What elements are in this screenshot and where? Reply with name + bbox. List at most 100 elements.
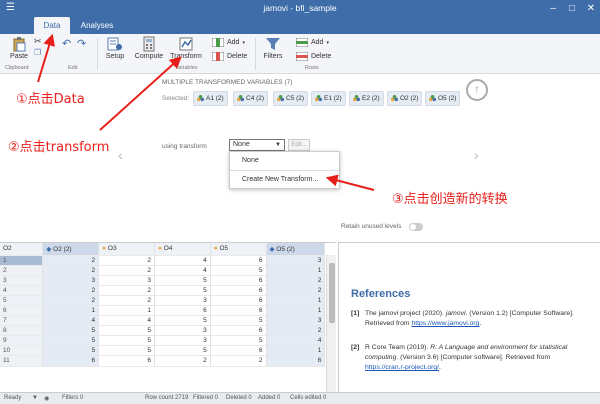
tab-data[interactable]: Data: [34, 17, 70, 34]
previous-variable-arrow[interactable]: ‹: [118, 147, 123, 163]
table-cell[interactable]: 2: [42, 265, 100, 276]
column-header[interactable]: ◆ O2 (2): [42, 243, 100, 256]
table-cell[interactable]: 4: [154, 265, 211, 276]
variable-chip[interactable]: E1 (2): [311, 91, 346, 106]
column-header[interactable]: O2: [0, 243, 44, 256]
table-cell[interactable]: 1: [266, 265, 326, 276]
table-cell[interactable]: 3: [266, 255, 326, 266]
variable-chip[interactable]: O2 (2): [387, 91, 423, 106]
close-icon[interactable]: ✕: [582, 0, 600, 17]
table-cell[interactable]: 5: [154, 285, 211, 296]
table-cell[interactable]: 5: [98, 335, 155, 347]
table-cell[interactable]: 3: [98, 275, 155, 286]
table-cell[interactable]: 1: [266, 295, 326, 306]
table-cell[interactable]: 4: [266, 335, 326, 347]
table-row[interactable]: 6116611: [0, 305, 336, 317]
variable-chip[interactable]: A1 (2): [193, 91, 228, 106]
table-cell[interactable]: 2: [210, 355, 267, 367]
table-cell[interactable]: 5: [98, 345, 155, 357]
table-cell[interactable]: 2: [42, 285, 100, 296]
table-cell[interactable]: 5: [210, 315, 267, 327]
table-cell[interactable]: 3: [154, 325, 211, 337]
table-cell[interactable]: 5: [98, 325, 155, 337]
table-cell[interactable]: 6: [98, 355, 155, 367]
table-row[interactable]: 5223611: [0, 295, 336, 306]
next-variable-arrow[interactable]: ›: [474, 147, 479, 163]
table-cell[interactable]: 5: [154, 345, 211, 357]
table-cell[interactable]: 2: [98, 295, 155, 306]
transform-select[interactable]: None ▼: [229, 139, 285, 151]
table-cell[interactable]: 4: [42, 315, 100, 327]
table-row[interactable]: 8553622: [0, 325, 336, 337]
table-cell[interactable]: 5: [210, 265, 267, 276]
dropdown-option-none[interactable]: None: [230, 152, 339, 170]
row-number[interactable]: 1: [0, 255, 44, 266]
maximize-icon[interactable]: □: [563, 0, 581, 17]
filter-status-icon[interactable]: ▼: [32, 395, 38, 401]
compute-button[interactable]: Compute: [134, 36, 164, 60]
row-number[interactable]: 2: [0, 265, 44, 276]
row-number[interactable]: 4: [0, 285, 44, 296]
table-row[interactable]: 2224511: [0, 265, 336, 276]
collapse-panel-button[interactable]: ↑: [466, 79, 488, 101]
table-cell[interactable]: 2: [98, 255, 155, 266]
table-cell[interactable]: 6: [210, 345, 267, 357]
row-number[interactable]: 11: [0, 355, 44, 367]
variable-chip[interactable]: E2 (2): [349, 91, 384, 106]
table-cell[interactable]: 1: [266, 305, 326, 317]
table-cell[interactable]: 5: [42, 325, 100, 337]
variable-chip[interactable]: C4 (2): [233, 91, 269, 106]
delete-row-button[interactable]: Delete: [296, 52, 331, 61]
table-cell[interactable]: 1: [98, 305, 155, 317]
table-cell[interactable]: 6: [210, 255, 267, 266]
table-cell[interactable]: 6: [210, 275, 267, 286]
row-number[interactable]: 5: [0, 295, 44, 306]
table-row[interactable]: 10555611: [0, 345, 336, 357]
vertical-scrollbar[interactable]: [326, 255, 336, 392]
column-header[interactable]: ● O4: [154, 243, 211, 256]
edit-transform-button[interactable]: Edit...: [288, 139, 310, 151]
table-cell[interactable]: 4: [98, 315, 155, 327]
row-number[interactable]: 9: [0, 335, 44, 347]
column-header[interactable]: ◆ O5 (2): [266, 243, 326, 256]
table-cell[interactable]: 1: [42, 305, 100, 317]
table-cell[interactable]: 5: [154, 315, 211, 327]
reference-link[interactable]: https://www.jamovi.org: [411, 320, 479, 327]
table-cell[interactable]: 3: [154, 335, 211, 347]
row-number[interactable]: 3: [0, 275, 44, 286]
table-cell[interactable]: 6: [210, 305, 267, 317]
copy-icon[interactable]: ❐: [34, 48, 41, 57]
add-variable-button[interactable]: Add ▾: [212, 38, 245, 47]
paste-button[interactable]: Paste: [8, 36, 30, 60]
row-number[interactable]: 6: [0, 305, 44, 317]
table-row[interactable]: 3335622: [0, 275, 336, 286]
table-cell[interactable]: 2: [266, 325, 326, 337]
table-cell[interactable]: 5: [210, 335, 267, 347]
dropdown-option-create-new-transform[interactable]: Create New Transform...: [230, 171, 339, 189]
row-number[interactable]: 10: [0, 345, 44, 357]
row-number[interactable]: 7: [0, 315, 44, 327]
table-cell[interactable]: 6: [42, 355, 100, 367]
cut-icon[interactable]: ✂: [34, 36, 42, 47]
table-cell[interactable]: 2: [98, 265, 155, 276]
table-cell[interactable]: 6: [210, 285, 267, 296]
table-cell[interactable]: 3: [266, 315, 326, 327]
row-number[interactable]: 8: [0, 325, 44, 337]
table-cell[interactable]: 3: [42, 275, 100, 286]
reference-link[interactable]: https://cran.r-project.org/: [365, 364, 439, 371]
redo-icon[interactable]: ↷: [77, 37, 86, 50]
table-cell[interactable]: 5: [42, 335, 100, 347]
table-cell[interactable]: 5: [154, 275, 211, 286]
table-cell[interactable]: 1: [266, 345, 326, 357]
table-cell[interactable]: 5: [42, 345, 100, 357]
table-cell[interactable]: 2: [266, 275, 326, 286]
table-cell[interactable]: 3: [154, 295, 211, 306]
table-cell[interactable]: 6: [210, 325, 267, 337]
table-cell[interactable]: 4: [154, 255, 211, 266]
variable-chip[interactable]: C5 (2): [273, 91, 309, 106]
column-header[interactable]: ● O5: [210, 243, 267, 256]
table-cell[interactable]: 6: [266, 355, 326, 367]
table-cell[interactable]: 2: [42, 295, 100, 306]
delete-variable-button[interactable]: Delete: [212, 52, 247, 61]
column-header[interactable]: ● O3: [98, 243, 155, 256]
